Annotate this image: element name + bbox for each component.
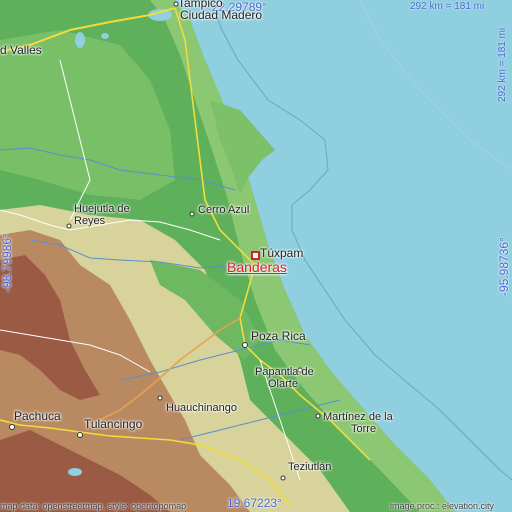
image-credit: image proc.: elevation.city (390, 501, 495, 511)
marker-poza-rica (242, 342, 248, 348)
marker-tulancingo (77, 432, 83, 438)
coord-south: 19.67223° (227, 496, 282, 510)
lake-3 (101, 33, 109, 39)
city-huauchinango: Huauchinango (166, 402, 237, 414)
city-teziutlan: Teziutlán (288, 461, 332, 473)
city-martinez-2: Torre (351, 423, 377, 435)
selected-place-label[interactable]: Banderas (227, 259, 287, 275)
city-valles: d Valles (0, 43, 42, 57)
coord-east: -95.98736° (497, 237, 511, 296)
city-pachuca: Pachuca (14, 409, 61, 423)
marker-huejutla (66, 223, 72, 229)
city-papantla-1: Papantla de (255, 366, 314, 378)
city-cerro-azul: Cerro Azul (198, 204, 250, 216)
map-credit: map data: openstreetmap, style: opentopo… (0, 501, 187, 511)
scale-horizontal: 292 km = 181 mi (410, 1, 485, 12)
city-huejutla-2: Reyes (74, 215, 106, 227)
terrain-map (0, 0, 512, 512)
marker-teziutlan (280, 475, 286, 481)
city-martinez-1: Martínez de la (323, 411, 393, 423)
city-tulancingo: Tulancingo (84, 417, 143, 431)
marker-huauchinango (157, 395, 163, 401)
scale-vertical: 292 km = 181 mi (497, 27, 508, 102)
city-papantla-2: Olarte (268, 378, 298, 390)
map-view[interactable]: 22.29789° 19.67223° -98.79986° -95.98736… (0, 0, 512, 512)
city-ciudad-madero: Ciudad Madero (180, 8, 263, 22)
city-poza-rica: Poza Rica (251, 329, 306, 343)
coord-west: -98.79986° (0, 233, 14, 292)
marker-cerro-azul (189, 211, 195, 217)
marker-martinez (315, 413, 321, 419)
city-huejutla-1: Huejutla de (74, 203, 130, 215)
marker-pachuca (9, 424, 15, 430)
selected-place-marker[interactable] (251, 251, 260, 260)
lake-4 (68, 468, 82, 476)
lake-1 (75, 32, 85, 48)
